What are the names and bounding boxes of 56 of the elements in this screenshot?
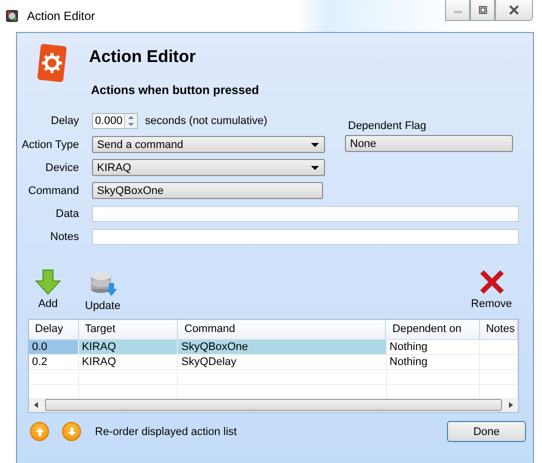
- field-label: Delay: [50, 115, 79, 127]
- table-cell: KIRAQ: [82, 341, 116, 353]
- command-dropdown[interactable]: SkyQBoxOne: [92, 182, 323, 199]
- dialog-title: Action Editor: [89, 47, 197, 67]
- delay-unit: seconds (not cumulative): [145, 115, 268, 127]
- reorder-hint: Re-order displayed action list: [95, 426, 237, 438]
- field-label: Data: [54, 208, 79, 220]
- scroll-right-icon: [508, 402, 514, 408]
- caret-icon: [311, 142, 319, 146]
- column-header[interactable]: Target: [78, 320, 178, 339]
- column-header[interactable]: Notes: [480, 320, 518, 339]
- field-label: Device: [44, 162, 79, 174]
- caret-icon: [311, 166, 319, 170]
- remove-button[interactable]: Remove: [468, 269, 515, 312]
- column-header[interactable]: Dependent on: [386, 320, 480, 339]
- maximize-button[interactable]: [470, 0, 495, 21]
- horizontal-scrollbar[interactable]: [29, 398, 518, 412]
- cross-icon: [478, 269, 505, 295]
- delay-spinner[interactable]: 0.000: [92, 113, 138, 129]
- maximize-icon: [478, 5, 488, 15]
- close-icon: [509, 5, 519, 15]
- table-cell: Nothing: [390, 356, 428, 368]
- arrow-down-icon: [66, 426, 76, 436]
- move-down-button[interactable]: [62, 422, 81, 441]
- table-cell: KIRAQ: [82, 356, 116, 368]
- close-button[interactable]: [495, 0, 533, 21]
- table-cell: 0.2: [32, 356, 48, 368]
- move-up-button[interactable]: [30, 422, 49, 441]
- done-button[interactable]: Done: [447, 421, 526, 442]
- app-icon: [5, 9, 19, 23]
- table-row[interactable]: 0.2 KIRAQ SkyQDelay Nothing: [29, 355, 518, 370]
- device-dropdown[interactable]: KIRAQ: [92, 159, 325, 176]
- field-label: Action Type: [20, 138, 79, 150]
- window-title: Action Editor: [27, 9, 96, 23]
- field-label: Dependent Flag: [348, 120, 428, 132]
- data-field[interactable]: [92, 206, 519, 222]
- column-header[interactable]: Command: [178, 320, 386, 339]
- arrow-down-icon: [35, 269, 61, 295]
- table-cell: Nothing: [390, 341, 428, 353]
- column-header[interactable]: Delay: [29, 320, 79, 339]
- table-cell: SkyQDelay: [181, 356, 236, 368]
- dependent-flag-dropdown[interactable]: None: [345, 135, 513, 152]
- arrow-up-icon: [34, 426, 44, 436]
- add-button[interactable]: Add: [32, 269, 64, 312]
- scroll-left-icon: [33, 402, 39, 408]
- action-type-dropdown[interactable]: Send a command: [92, 136, 325, 153]
- notes-field[interactable]: [92, 228, 519, 244]
- dialog-subtitle: Actions when button pressed: [91, 83, 260, 97]
- table-cell: SkyQBoxOne: [181, 341, 248, 353]
- table-row[interactable]: 0.0 KIRAQ SkyQBoxOne Nothing: [29, 340, 518, 355]
- update-button[interactable]: Update: [82, 269, 124, 312]
- field-label: Notes: [49, 230, 79, 242]
- database-icon: [88, 269, 117, 297]
- table-cell: 0.0: [32, 341, 48, 353]
- field-label: Command: [27, 184, 79, 196]
- gear-icon: [36, 43, 68, 83]
